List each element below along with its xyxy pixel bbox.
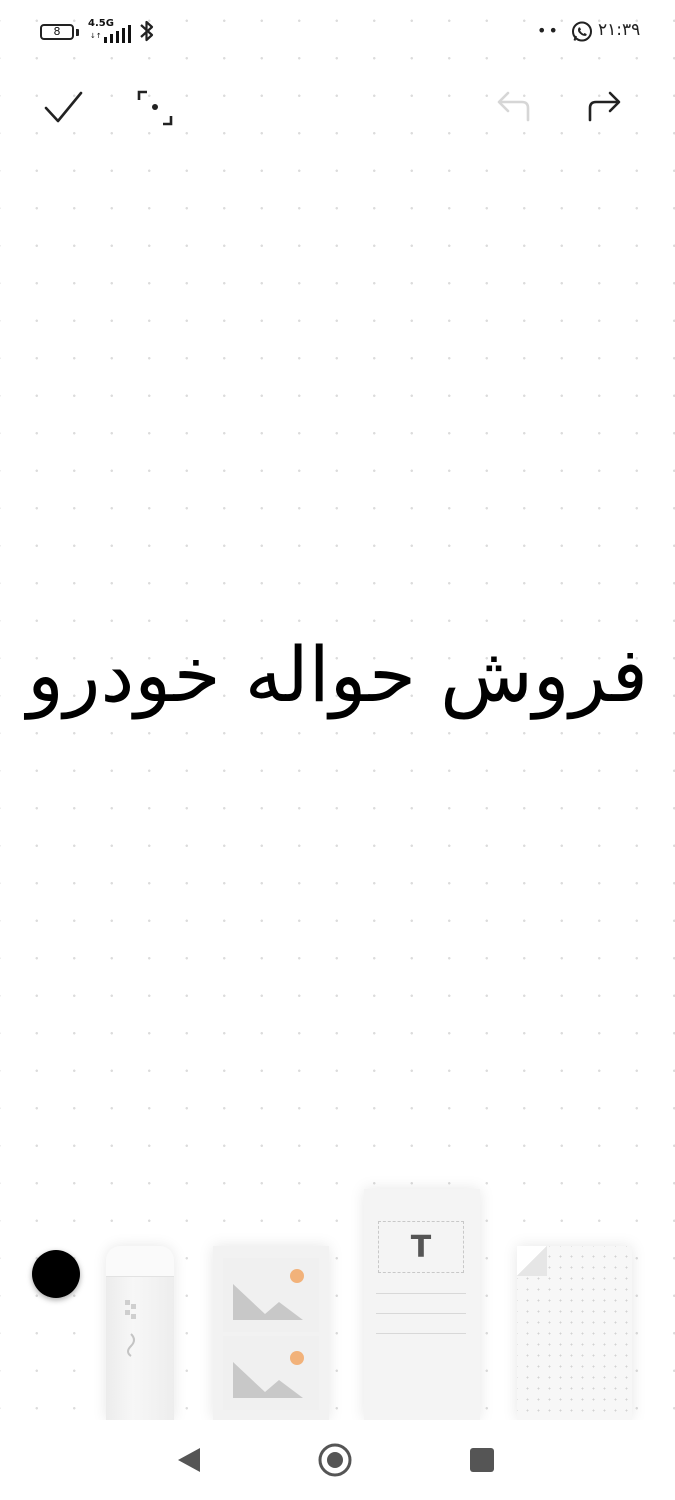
paper-fold-icon	[517, 1246, 547, 1276]
eraser-tool[interactable]	[106, 1246, 174, 1420]
back-button[interactable]	[165, 1436, 213, 1484]
battery-level: 8	[53, 25, 61, 38]
image-card	[223, 1336, 319, 1410]
undo-button[interactable]	[488, 82, 538, 132]
image-card	[223, 1258, 319, 1332]
recents-icon	[470, 1448, 494, 1472]
eraser-cap	[106, 1246, 174, 1277]
text-tool[interactable]: T	[364, 1189, 480, 1420]
check-icon	[44, 91, 83, 123]
text-tool-glyph: T	[378, 1221, 464, 1273]
image-icon	[223, 1258, 319, 1332]
signal-icon	[104, 25, 131, 43]
color-picker-button[interactable]	[32, 1250, 80, 1298]
redo-button[interactable]	[580, 82, 630, 132]
navigation-bar	[0, 1420, 675, 1500]
status-clock: ۲۱:۳۹	[598, 20, 641, 40]
status-bar: 8 4.5G ↓↑ •• ۲۱:۳۹	[0, 0, 675, 62]
battery-tip	[76, 29, 79, 36]
image-tool[interactable]	[213, 1246, 329, 1420]
network-arrows: ↓↑	[90, 32, 102, 40]
handwritten-text[interactable]: فروش حواله خودرو	[0, 620, 675, 730]
text-line	[376, 1293, 466, 1294]
text-line	[376, 1313, 466, 1314]
home-icon	[318, 1443, 352, 1477]
image-icon	[223, 1336, 319, 1410]
whatsapp-icon	[572, 21, 592, 42]
back-icon	[178, 1448, 200, 1472]
notification-dots: ••	[537, 21, 560, 40]
battery-icon: 8	[40, 24, 74, 40]
recents-button[interactable]	[458, 1436, 506, 1484]
undo-icon	[497, 91, 530, 122]
bluetooth-icon	[140, 20, 154, 42]
home-button[interactable]	[311, 1436, 359, 1484]
fullscreen-button[interactable]	[130, 82, 180, 132]
fullscreen-icon	[137, 90, 173, 126]
eraser-pattern-icon	[125, 1300, 136, 1357]
text-line	[376, 1333, 466, 1334]
paper-tool[interactable]	[517, 1246, 632, 1420]
redo-icon	[588, 91, 621, 122]
confirm-button[interactable]	[38, 82, 88, 132]
